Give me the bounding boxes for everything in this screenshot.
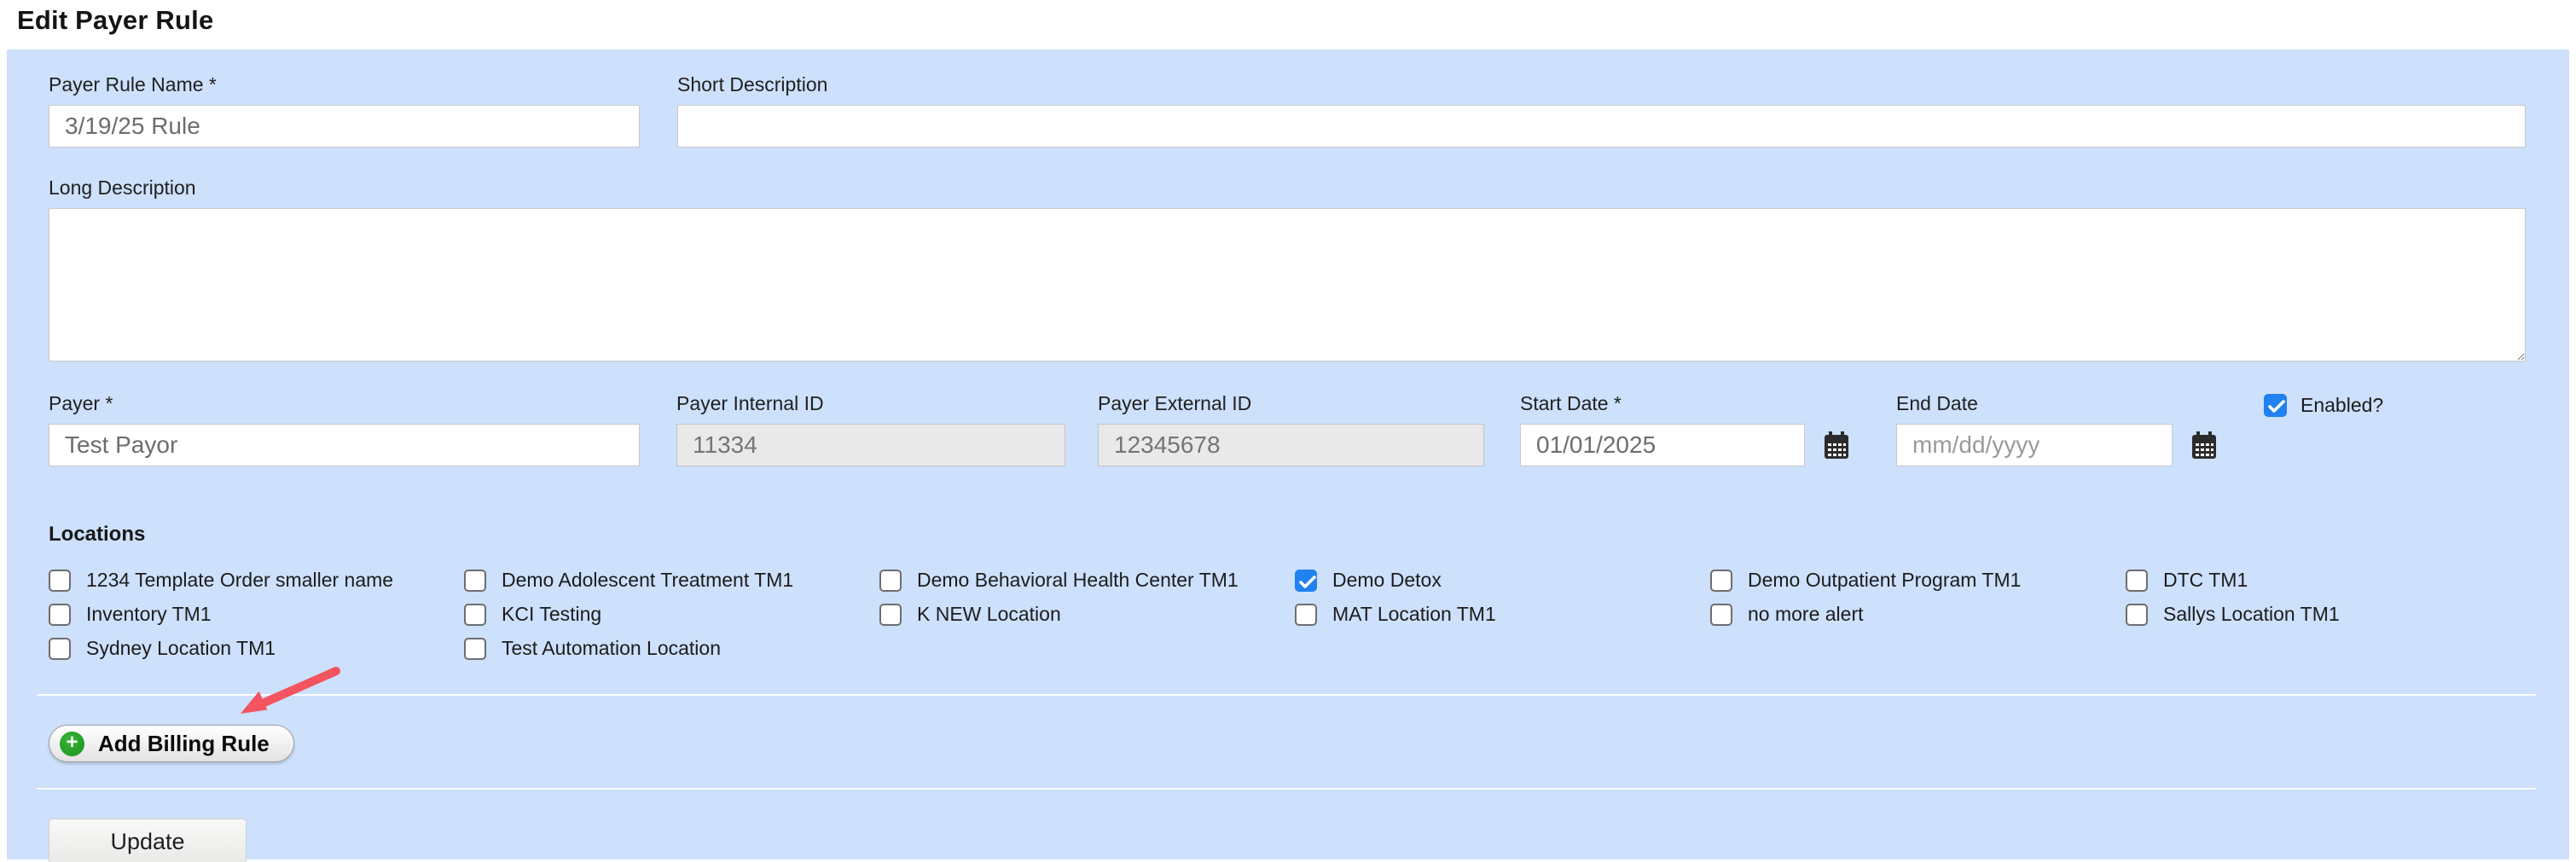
location-label: Demo Outpatient Program TM1 <box>1748 569 2021 592</box>
payer-field: Payer * <box>49 392 640 466</box>
location-checkbox-item[interactable]: Inventory TM1 <box>49 603 449 626</box>
payer-external-id-input <box>1098 424 1484 466</box>
payer-details-row: Payer * Payer Internal ID Payer External… <box>49 392 2526 466</box>
location-checkbox-item[interactable]: Sydney Location TM1 <box>49 637 449 660</box>
location-checkbox-item[interactable]: Demo Outpatient Program TM1 <box>1710 569 2110 592</box>
location-checkbox[interactable] <box>2126 604 2148 626</box>
location-label: Sydney Location TM1 <box>86 637 276 660</box>
location-checkbox-item[interactable]: Test Automation Location <box>464 637 864 660</box>
payer-label: Payer * <box>49 392 640 415</box>
page-title: Edit Payer Rule <box>17 5 2576 36</box>
location-checkbox-item[interactable]: DTC TM1 <box>2126 569 2526 592</box>
start-date-field: Start Date * <box>1520 392 1849 466</box>
end-date-calendar-icon[interactable] <box>2191 431 2217 460</box>
edit-payer-rule-panel: Payer Rule Name * Short Description Long… <box>7 49 2569 859</box>
end-date-label: End Date <box>1896 392 2217 415</box>
location-label: DTC TM1 <box>2163 569 2248 592</box>
update-button[interactable]: Update <box>49 819 247 862</box>
location-label: 1234 Template Order smaller name <box>86 569 393 592</box>
location-checkbox-item[interactable]: Demo Detox <box>1295 569 1695 592</box>
location-checkbox[interactable] <box>49 638 71 660</box>
location-checkbox[interactable] <box>2126 570 2148 592</box>
location-label: KCI Testing <box>502 603 601 626</box>
payer-internal-id-field: Payer Internal ID <box>676 392 1065 466</box>
long-description-label: Long Description <box>49 176 2526 200</box>
start-date-input[interactable] <box>1520 424 1805 466</box>
location-label: Inventory TM1 <box>86 603 212 626</box>
location-label: Test Automation Location <box>502 637 721 660</box>
check-icon <box>1298 574 1317 591</box>
location-checkbox[interactable] <box>49 604 71 626</box>
payer-input[interactable] <box>49 424 640 466</box>
location-label: no more alert <box>1748 603 1864 626</box>
location-label: Sallys Location TM1 <box>2163 603 2340 626</box>
short-description-label: Short Description <box>677 73 2526 96</box>
location-label: MAT Location TM1 <box>1332 603 1496 626</box>
location-checkbox-item[interactable]: MAT Location TM1 <box>1295 603 1695 626</box>
add-plus-icon: + <box>60 732 84 756</box>
location-checkbox-item[interactable]: Demo Adolescent Treatment TM1 <box>464 569 864 592</box>
short-description-input[interactable] <box>677 105 2526 148</box>
location-checkbox-item[interactable]: KCI Testing <box>464 603 864 626</box>
location-label: K NEW Location <box>917 603 1061 626</box>
add-billing-rule-button[interactable]: + Add Billing Rule <box>49 725 294 762</box>
long-description-textarea[interactable] <box>49 208 2526 362</box>
add-billing-rule-label: Add Billing Rule <box>98 731 270 757</box>
enabled-label: Enabled? <box>2300 394 2383 417</box>
payer-internal-id-input <box>676 424 1065 466</box>
location-checkbox-item[interactable]: Demo Behavioral Health Center TM1 <box>879 569 1279 592</box>
location-checkbox[interactable] <box>49 570 71 592</box>
payer-external-id-label: Payer External ID <box>1098 392 1484 415</box>
section-divider <box>37 788 2536 790</box>
locations-checkbox-grid: 1234 Template Order smaller name Demo Ad… <box>49 569 2526 660</box>
payer-rule-name-input[interactable] <box>49 105 640 148</box>
payer-external-id-field: Payer External ID <box>1098 392 1484 466</box>
location-checkbox-item[interactable]: Sallys Location TM1 <box>2126 603 2526 626</box>
location-checkbox-item[interactable]: K NEW Location <box>879 603 1279 626</box>
location-checkbox[interactable] <box>1710 570 1732 592</box>
long-description-field: Long Description <box>49 176 2526 362</box>
check-icon <box>2267 398 2286 415</box>
location-checkbox[interactable] <box>464 638 486 660</box>
location-label: Demo Detox <box>1332 569 1442 592</box>
location-checkbox-item[interactable]: no more alert <box>1710 603 2110 626</box>
annotation-arrow-icon <box>230 665 343 721</box>
short-description-field: Short Description <box>677 73 2526 148</box>
end-date-input[interactable] <box>1896 424 2173 466</box>
location-checkbox[interactable] <box>879 604 902 626</box>
location-checkbox[interactable] <box>1710 604 1732 626</box>
location-label: Demo Adolescent Treatment TM1 <box>502 569 793 592</box>
location-checkbox[interactable] <box>1295 570 1317 592</box>
end-date-field: End Date <box>1896 392 2217 466</box>
payer-rule-name-field: Payer Rule Name * <box>49 73 640 148</box>
start-date-label: Start Date * <box>1520 392 1849 415</box>
location-checkbox-item[interactable]: 1234 Template Order smaller name <box>49 569 449 592</box>
location-checkbox[interactable] <box>1295 604 1317 626</box>
start-date-calendar-icon[interactable] <box>1824 431 1849 460</box>
payer-internal-id-label: Payer Internal ID <box>676 392 1065 415</box>
payer-rule-name-label: Payer Rule Name * <box>49 73 640 96</box>
enabled-checkbox[interactable] <box>2264 394 2287 417</box>
location-checkbox[interactable] <box>464 570 486 592</box>
location-label: Demo Behavioral Health Center TM1 <box>917 569 1239 592</box>
location-checkbox[interactable] <box>879 570 902 592</box>
locations-heading: Locations <box>49 523 2526 547</box>
name-description-row: Payer Rule Name * Short Description <box>49 73 2526 148</box>
enabled-field: Enabled? <box>2264 394 2383 417</box>
location-checkbox[interactable] <box>464 604 486 626</box>
section-divider <box>37 694 2536 696</box>
